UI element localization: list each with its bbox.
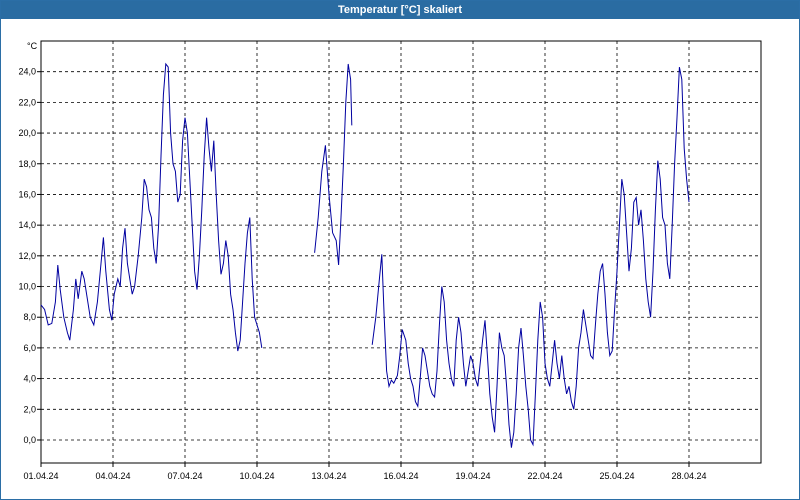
- temperature-line: [371, 67, 690, 448]
- x-tick-label: 13.04.24: [311, 471, 346, 481]
- y-tick-label: 12,0: [18, 251, 36, 261]
- x-tick-label: 16.04.24: [383, 471, 418, 481]
- temperature-line: [314, 63, 353, 266]
- x-tick-label: 25.04.24: [599, 471, 634, 481]
- y-tick-label: 10,0: [18, 282, 36, 292]
- x-tick-label: 04.04.24: [95, 471, 130, 481]
- y-tick-label: 2,0: [23, 404, 36, 414]
- y-tick-label: 16,0: [18, 189, 36, 199]
- x-tick-label: 19.04.24: [455, 471, 490, 481]
- y-tick-label: 18,0: [18, 159, 36, 169]
- y-axis-ticks: 0,0 2,0 4,0 6,0 8,0 10,0 12,0 14,0 16,0 18,0 20,0 2…: [18, 67, 41, 445]
- y-tick-label: 6,0: [23, 343, 36, 353]
- y-tick-label: 24,0: [18, 67, 36, 77]
- grid: [41, 41, 761, 463]
- x-tick-label: 22.04.24: [527, 471, 562, 481]
- window-title: Temperatur [°C] skaliert: [1, 1, 799, 19]
- chart-canvas: 0,0 2,0 4,0 6,0 8,0 10,0 12,0 14,0 16,0 18,0 20,0 2…: [18, 40, 762, 481]
- x-tick-label: 28.04.24: [671, 471, 706, 481]
- y-tick-label: 0,0: [23, 435, 36, 445]
- x-tick-label: 07.04.24: [167, 471, 202, 481]
- y-tick-label: 14,0: [18, 220, 36, 230]
- chart-window: Temperatur [°C] skaliert 0,0 2,0 4,0 6,0 8,0…: [0, 0, 800, 500]
- y-tick-label: 20,0: [18, 128, 36, 138]
- y-tick-label: 4,0: [23, 374, 36, 384]
- x-tick-label: 10.04.24: [239, 471, 274, 481]
- y-tick-label: 8,0: [23, 312, 36, 322]
- y-tick-label: 22,0: [18, 97, 36, 107]
- x-tick-label: 01.04.24: [23, 471, 58, 481]
- y-axis-unit: °C: [27, 41, 38, 51]
- temperature-line: [40, 62, 263, 352]
- x-axis-ticks: 01.04.24 04.04.24 07.04.24 10.04.24 13.04.24…: [23, 463, 707, 481]
